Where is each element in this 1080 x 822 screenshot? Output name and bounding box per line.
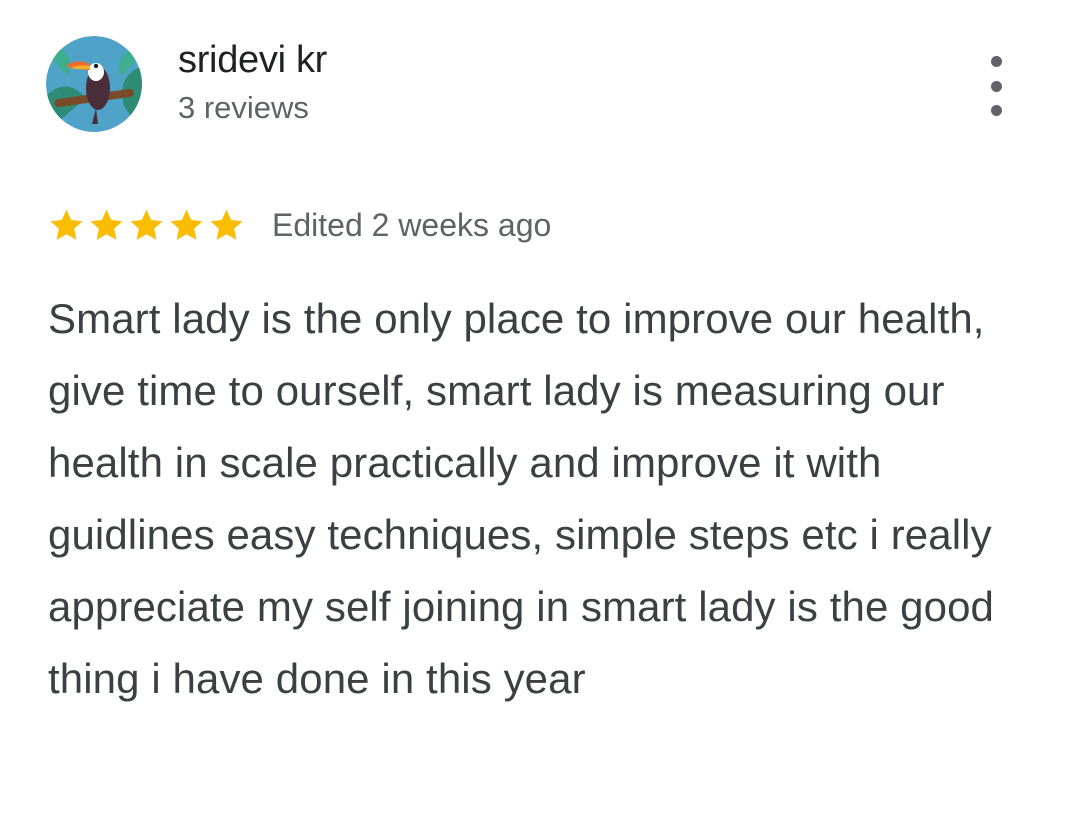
edited-timestamp: Edited 2 weeks ago [272,207,552,243]
star-icon [48,207,85,244]
more-options-button[interactable] [976,54,1016,118]
author-name[interactable]: sridevi kr [178,38,327,82]
star-icon [88,207,125,244]
star-icon [128,207,165,244]
rating-row: Edited 2 weeks ago [48,204,551,246]
more-vert-icon [990,56,1002,67]
star-rating [48,207,248,244]
author-avatar[interactable] [46,36,142,132]
toucan-avatar-icon [46,36,142,132]
author-review-count[interactable]: 3 reviews [178,90,309,126]
star-icon [208,207,245,244]
review-text: Smart lady is the only place to improve … [48,295,995,702]
more-vert-icon [990,105,1002,116]
star-icon [168,207,205,244]
more-vert-icon [990,80,1002,92]
